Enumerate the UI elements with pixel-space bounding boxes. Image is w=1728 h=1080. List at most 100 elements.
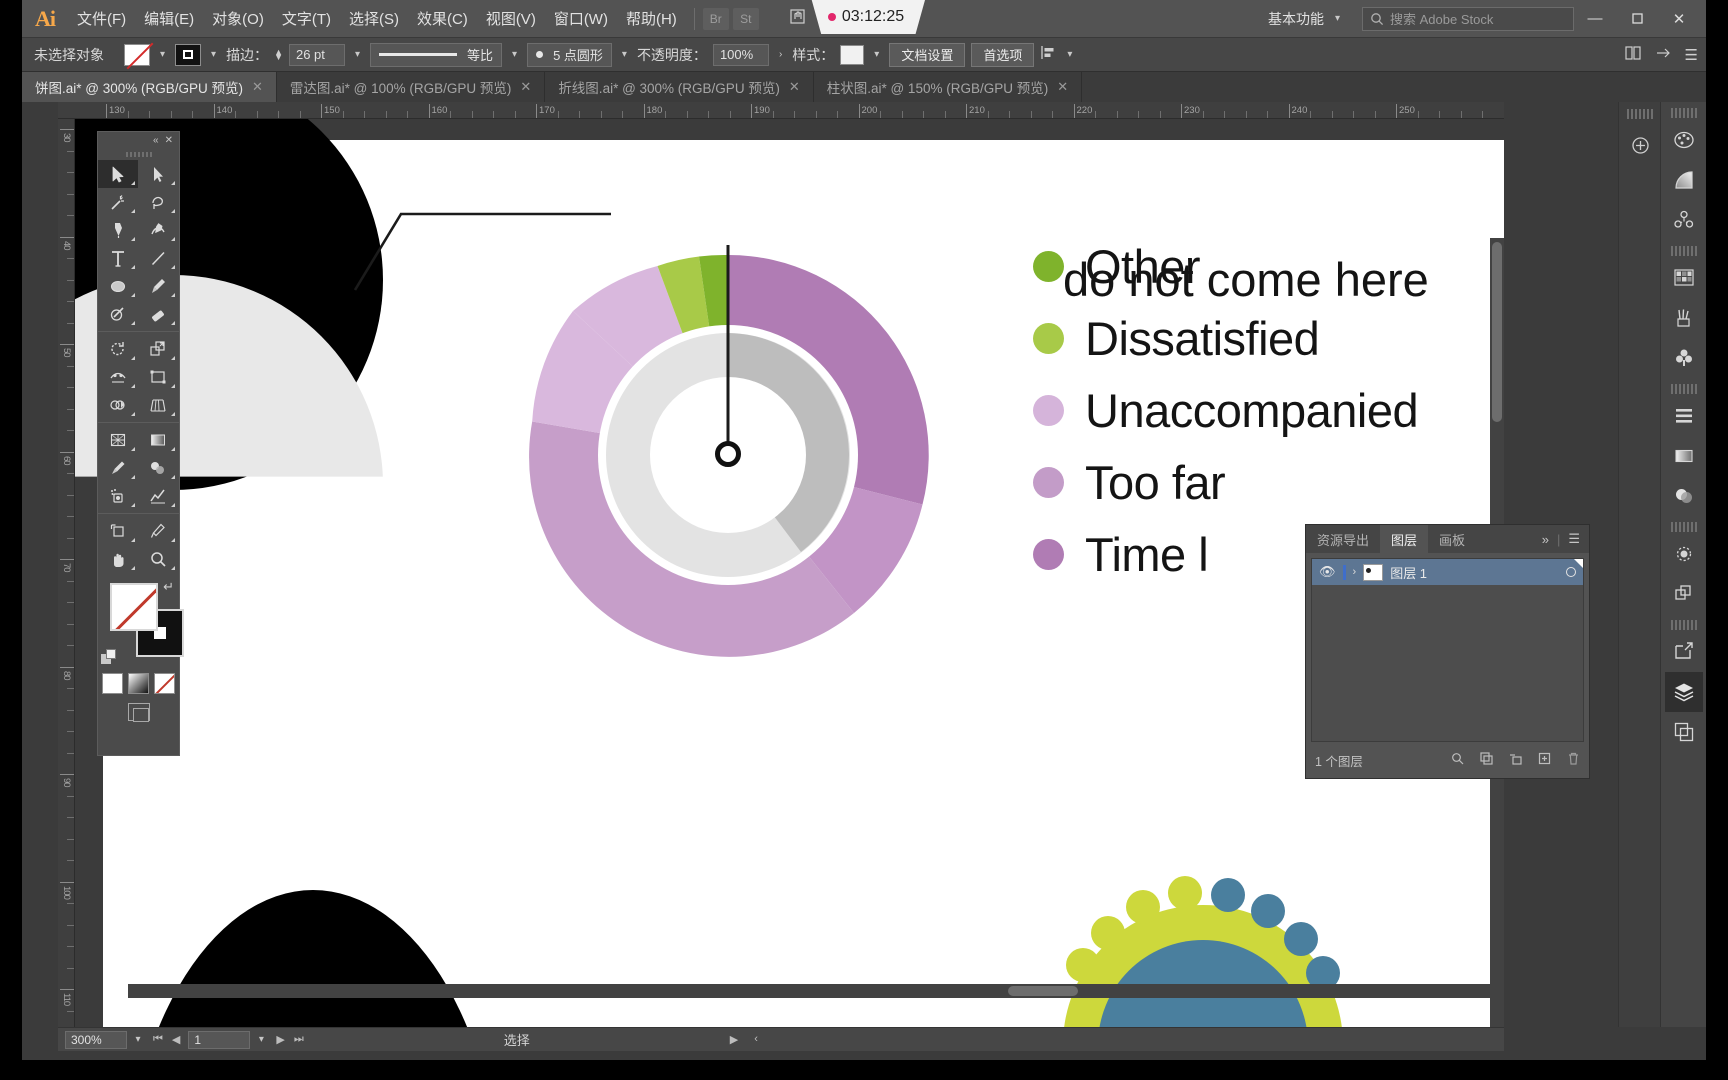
next-artboard-icon[interactable]: ▶ <box>276 1033 284 1046</box>
tab-artboards[interactable]: 画板 <box>1428 525 1477 553</box>
stroke-weight-chevron-down-icon[interactable]: ▾ <box>351 49 364 60</box>
status-collapse-icon[interactable]: ‹ <box>754 1033 758 1046</box>
decorative-black-arc-bottom[interactable] <box>123 890 503 1027</box>
artboard[interactable]: do not come here Other Dissatisfied Unac… <box>75 119 1504 1027</box>
dock-group-grip[interactable] <box>1670 522 1697 532</box>
donut-chart[interactable] <box>518 245 938 665</box>
stroke-profile-chevron-down-icon[interactable]: ▾ <box>508 49 521 60</box>
artboard-tool[interactable] <box>98 517 138 545</box>
menu-file[interactable]: 文件(F) <box>68 0 135 37</box>
close-icon[interactable]: ✕ <box>520 79 531 95</box>
pen-tool[interactable] <box>98 216 138 244</box>
artboards-icon[interactable] <box>1665 712 1703 752</box>
layer-row[interactable]: 👁 › 图层 1 <box>1312 559 1583 585</box>
sync-settings-icon[interactable] <box>1655 46 1671 64</box>
anchor-point[interactable] <box>715 441 741 467</box>
color-icon[interactable] <box>1665 120 1703 160</box>
dock-group-grip[interactable] <box>1670 108 1697 118</box>
stock-icon[interactable]: St <box>732 7 759 30</box>
stroke-chevron-down-icon[interactable]: ▾ <box>207 49 220 60</box>
menu-select[interactable]: 选择(S) <box>340 0 408 37</box>
document-tab-pie[interactable]: 饼图.ai* @ 300% (RGB/GPU 预览) ✕ <box>22 72 277 102</box>
workspace-switcher[interactable]: 基本功能 ▾ <box>1258 9 1354 29</box>
close-icon[interactable]: ✕ <box>165 135 173 146</box>
vertical-ruler[interactable]: 30 40 50 60 70 80 90 100 110 <box>58 119 75 1027</box>
window-maximize-button[interactable] <box>1616 0 1658 37</box>
eraser-tool[interactable] <box>138 300 178 328</box>
horizontal-ruler[interactable]: 1301401501601701801902002102202302402502… <box>58 102 1504 119</box>
slice-tool[interactable] <box>138 517 178 545</box>
window-close-button[interactable]: ✕ <box>1658 0 1700 37</box>
direct-selection-tool[interactable] <box>138 160 178 188</box>
layers-icon[interactable] <box>1664 672 1703 712</box>
control-panel-menu-icon[interactable]: ☰ <box>1685 46 1698 64</box>
line-segment-tool[interactable] <box>138 244 178 272</box>
tools-panel-grip[interactable] <box>98 149 179 160</box>
collapse-icon[interactable]: » <box>1542 532 1549 547</box>
target-icon[interactable] <box>1566 567 1576 577</box>
hand-icon[interactable] <box>789 8 806 29</box>
chevron-right-icon[interactable]: › <box>1353 566 1357 578</box>
canvas-area[interactable]: do not come here Other Dissatisfied Unac… <box>75 119 1504 1027</box>
none-button[interactable] <box>154 673 175 694</box>
width-tool[interactable] <box>98 363 138 391</box>
prev-artboard-icon[interactable]: ◀ <box>172 1033 180 1046</box>
dock-group-grip[interactable] <box>1670 384 1697 394</box>
swap-fill-stroke-icon[interactable]: ↵ <box>163 579 174 595</box>
create-sublayer-icon[interactable] <box>1509 752 1522 768</box>
decorative-bead-arc[interactable] <box>1003 845 1403 1027</box>
paintbrush-tool[interactable] <box>138 272 178 300</box>
last-artboard-icon[interactable]: ⏭ <box>294 1033 304 1046</box>
fill-color-swatch[interactable] <box>124 43 150 66</box>
window-minimize-button[interactable]: — <box>1574 0 1616 37</box>
menu-object[interactable]: 对象(O) <box>203 0 273 37</box>
curvature-tool[interactable] <box>138 216 178 244</box>
selection-tool[interactable] <box>98 160 138 188</box>
color-button[interactable] <box>102 673 123 694</box>
panel-menu-icon[interactable]: ☰ <box>1568 531 1580 547</box>
transparency-icon[interactable] <box>1665 476 1703 516</box>
stroke-profile-select[interactable]: 等比 <box>370 42 503 67</box>
graphic-styles-icon[interactable] <box>1665 338 1703 378</box>
menu-window[interactable]: 窗口(W) <box>545 0 617 37</box>
shaper-tool[interactable] <box>98 300 138 328</box>
artboard-chevron-down-icon[interactable]: ▾ <box>250 1034 272 1045</box>
align-icon[interactable] <box>1665 396 1703 436</box>
canvas-horizontal-scrollbar[interactable] <box>128 984 1504 998</box>
ellipse-tool[interactable] <box>98 272 138 300</box>
fill-chevron-down-icon[interactable]: ▾ <box>156 49 169 60</box>
column-graph-tool[interactable] <box>138 482 178 510</box>
locate-object-icon[interactable] <box>1451 752 1464 768</box>
document-tab-radar[interactable]: 雷达图.ai* @ 100% (RGB/GPU 预览) ✕ <box>276 72 546 102</box>
opacity-expand-icon[interactable]: › <box>775 49 786 60</box>
menu-type[interactable]: 文字(T) <box>273 0 340 37</box>
create-layer-icon[interactable] <box>1538 752 1551 768</box>
gradient-tool[interactable] <box>138 426 178 454</box>
zoom-tool[interactable] <box>138 545 178 573</box>
style-chevron-down-icon[interactable]: ▾ <box>870 49 883 60</box>
type-tool[interactable] <box>98 244 138 272</box>
document-tab-line[interactable]: 折线图.ai* @ 300% (RGB/GPU 预览) ✕ <box>545 72 814 102</box>
current-tool-label[interactable]: 选择 <box>504 1030 530 1049</box>
mesh-tool[interactable] <box>98 426 138 454</box>
pathfinder-icon[interactable] <box>1665 574 1703 614</box>
rotate-tool[interactable] <box>98 335 138 363</box>
swatches-icon[interactable] <box>1665 258 1703 298</box>
legend-item-too-far[interactable]: Too far <box>1033 446 1418 518</box>
stroke-color-swatch[interactable] <box>175 43 202 66</box>
menu-help[interactable]: 帮助(H) <box>617 0 686 37</box>
stroke-weight-input[interactable]: 26 pt <box>288 43 345 66</box>
close-icon[interactable]: ✕ <box>252 79 263 95</box>
dock-group-grip[interactable] <box>1670 620 1697 630</box>
export-icon[interactable] <box>1665 632 1703 672</box>
symbols-icon[interactable] <box>1665 200 1703 240</box>
search-adobe-stock-input[interactable]: 搜索 Adobe Stock <box>1362 6 1574 31</box>
arrange-documents-icon[interactable] <box>1624 45 1641 64</box>
selection-path-line[interactable] <box>726 245 730 456</box>
gradient-button[interactable] <box>128 673 149 694</box>
eyedropper-tool[interactable] <box>98 454 138 482</box>
collapse-icon[interactable]: « <box>153 135 159 146</box>
screen-mode-button[interactable] <box>98 703 179 722</box>
lasso-tool[interactable] <box>138 188 178 216</box>
shape-builder-tool[interactable] <box>98 391 138 419</box>
